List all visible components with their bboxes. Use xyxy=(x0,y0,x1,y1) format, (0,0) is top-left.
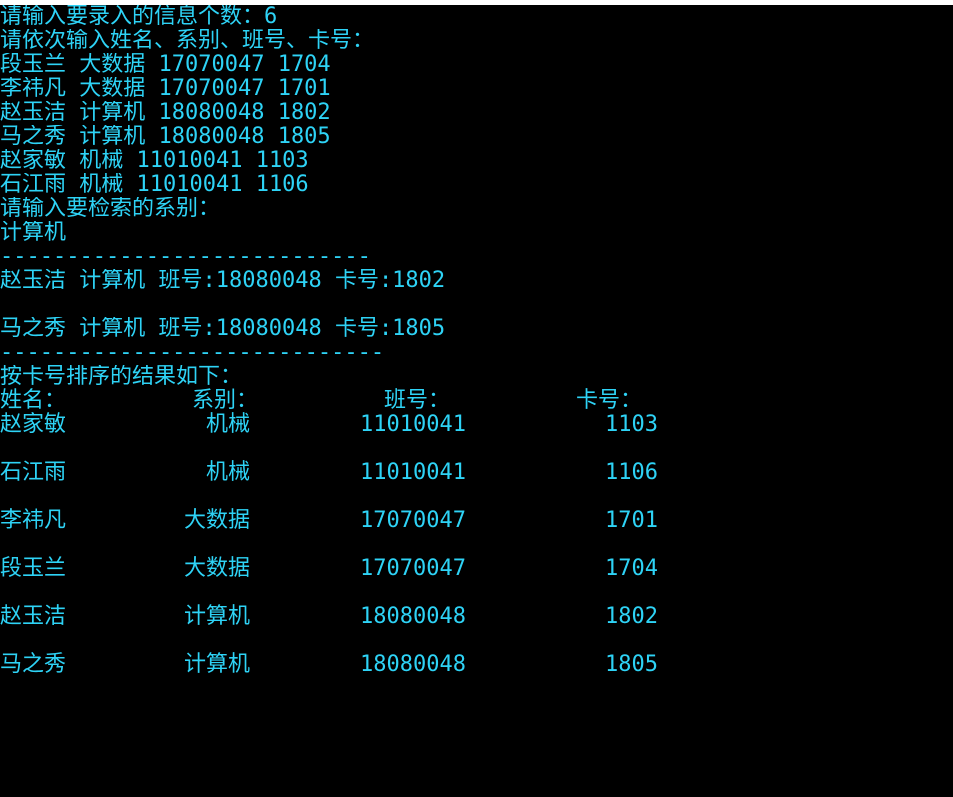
cell-class: 17070047 xyxy=(360,508,466,533)
cell-class: 18080048 xyxy=(360,652,466,677)
input-line: 石江雨 机械 11010041 1106 xyxy=(0,173,309,197)
cell-dept: 计算机 xyxy=(183,604,250,629)
console-output: 请输入要录入的信息个数：6 请依次输入姓名、系别、班号、卡号： 段玉兰 大数据 … xyxy=(0,5,953,720)
table-row: 赵家敏 机械 11010041 1103 xyxy=(0,413,953,437)
input-line: 赵玉洁 计算机 18080048 1802 xyxy=(0,101,331,125)
cell-card: 1701 xyxy=(605,508,658,533)
separator-line: ---------------------------- xyxy=(0,245,371,269)
cell-card: 1802 xyxy=(605,604,658,629)
separator-line: ----------------------------- xyxy=(0,341,385,365)
cell-dept: 机械 xyxy=(205,460,250,485)
cell-name: 段玉兰 xyxy=(0,556,67,581)
prompt-input-order-line: 请依次输入姓名、系别、班号、卡号： xyxy=(0,29,375,53)
input-line: 段玉兰 大数据 17070047 1704 xyxy=(0,53,331,77)
cell-name: 马之秀 xyxy=(0,652,67,677)
cell-name: 石江雨 xyxy=(0,460,67,485)
cell-card: 1805 xyxy=(605,652,658,677)
header-name: 姓名： xyxy=(0,388,67,413)
header-card: 卡号： xyxy=(576,388,643,413)
cell-card: 1103 xyxy=(605,412,658,437)
sort-title-line: 按卡号排序的结果如下： xyxy=(0,365,243,389)
cell-card: 1106 xyxy=(605,460,658,485)
cell-name: 李祎凡 xyxy=(0,508,67,533)
header-dept: 系别： xyxy=(192,388,259,413)
cell-name: 赵玉洁 xyxy=(0,604,67,629)
cell-card: 1704 xyxy=(605,556,658,581)
cell-dept: 计算机 xyxy=(183,652,250,677)
table-header-row: 姓名： 系别： 班号： 卡号： xyxy=(0,389,953,413)
input-line: 马之秀 计算机 18080048 1805 xyxy=(0,125,331,149)
table-row: 马之秀 计算机 18080048 1805 xyxy=(0,653,953,677)
table-row: 石江雨 机械 11010041 1106 xyxy=(0,461,953,485)
table-row: 段玉兰 大数据 17070047 1704 xyxy=(0,557,953,581)
cell-class: 11010041 xyxy=(360,460,466,485)
cell-class: 11010041 xyxy=(360,412,466,437)
cell-dept: 机械 xyxy=(205,412,250,437)
table-row: 赵玉洁 计算机 18080048 1802 xyxy=(0,605,953,629)
cell-class: 17070047 xyxy=(360,556,466,581)
cell-name: 赵家敏 xyxy=(0,412,67,437)
search-result-line: 赵玉洁 计算机 班号:18080048 卡号:1802 xyxy=(0,269,446,293)
cell-class: 18080048 xyxy=(360,604,466,629)
search-input-line: 计算机 xyxy=(0,221,67,245)
search-result-line: 马之秀 计算机 班号:18080048 卡号:1805 xyxy=(0,317,446,341)
input-line: 李祎凡 大数据 17070047 1701 xyxy=(0,77,331,101)
table-row: 李祎凡 大数据 17070047 1701 xyxy=(0,509,953,533)
header-class: 班号： xyxy=(384,388,451,413)
cell-dept: 大数据 xyxy=(183,556,250,581)
prompt-search-dept-line: 请输入要检索的系别： xyxy=(0,197,221,221)
prompt-count-line: 请输入要录入的信息个数：6 xyxy=(0,5,278,29)
cell-dept: 大数据 xyxy=(183,508,250,533)
input-line: 赵家敏 机械 11010041 1103 xyxy=(0,149,309,173)
